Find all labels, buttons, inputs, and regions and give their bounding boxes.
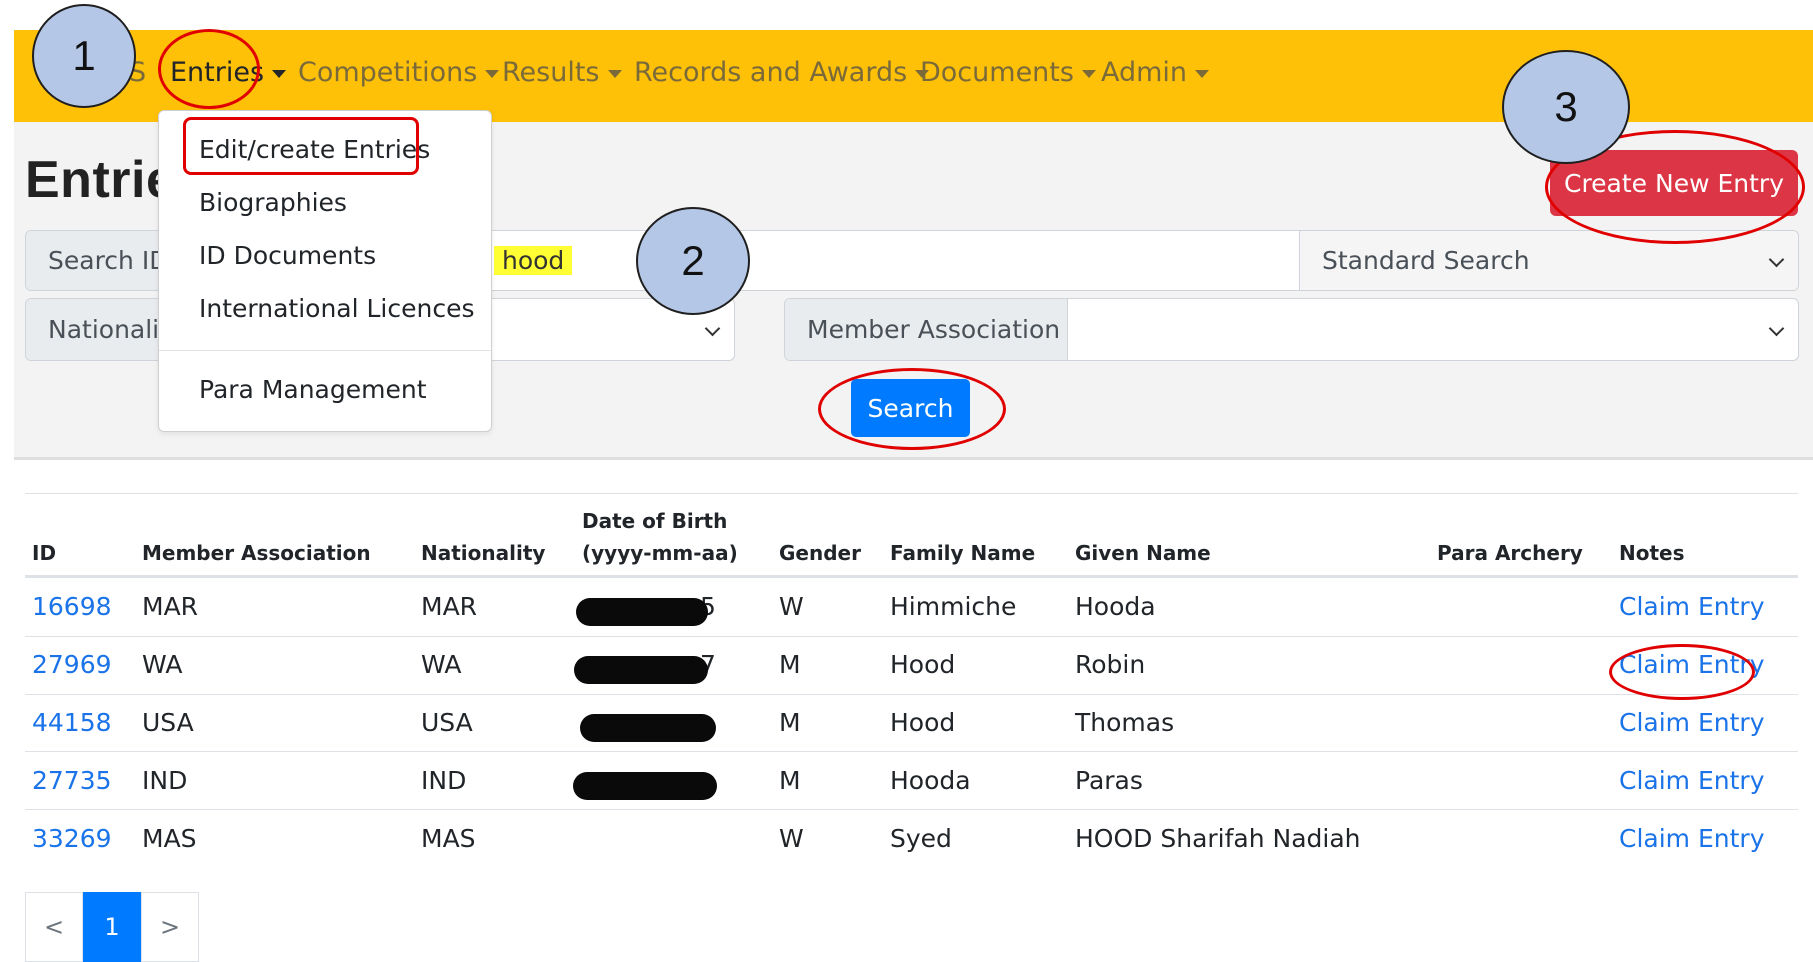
- row-family-name: Hood: [890, 708, 956, 737]
- row-nationality: IND: [421, 766, 467, 795]
- redaction-mark: [580, 714, 716, 742]
- row-id-link[interactable]: 27735: [32, 766, 112, 795]
- row-nationality: USA: [421, 708, 473, 737]
- search-input[interactable]: hood: [494, 231, 1314, 290]
- column-header-id: ID: [32, 541, 57, 565]
- member-association-label: Member Association: [785, 299, 1068, 360]
- search-mode-value: Standard Search: [1322, 246, 1530, 275]
- claim-entry-link[interactable]: Claim Entry: [1619, 592, 1764, 621]
- row-member-association: WA: [142, 650, 183, 679]
- row-family-name: Himmiche: [890, 592, 1017, 621]
- table-top-border: [25, 493, 1798, 494]
- row-id-link[interactable]: 16698: [32, 592, 112, 621]
- row-nationality: MAS: [421, 824, 476, 853]
- row-gender: W: [779, 592, 804, 621]
- column-header-nationality: Nationality: [421, 541, 546, 565]
- row-family-name: Hood: [890, 650, 956, 679]
- row-divider: [25, 809, 1798, 810]
- row-id-link[interactable]: 27969: [32, 650, 112, 679]
- annotation-ring-claim: [1609, 644, 1755, 700]
- column-header-family-name: Family Name: [890, 541, 1036, 565]
- row-family-name: Syed: [890, 824, 952, 853]
- row-family-name: Hooda: [890, 766, 971, 795]
- column-header-dob-line2: (yyyy-mm-aa): [582, 541, 738, 565]
- menu-item-international-licences[interactable]: International Licences: [199, 294, 475, 323]
- table-header-border: [25, 575, 1798, 578]
- nav-item-records-awards[interactable]: Records and Awards: [634, 30, 930, 122]
- redaction-mark: [576, 598, 708, 626]
- row-given-name: HOOD Sharifah Nadiah: [1075, 824, 1361, 853]
- row-gender: M: [779, 708, 801, 737]
- nav-item-documents[interactable]: Documents: [920, 30, 1096, 122]
- redaction-mark: [574, 656, 708, 684]
- nav-records-label: Records and Awards: [634, 57, 908, 88]
- nav-item-competitions[interactable]: Competitions: [298, 30, 500, 122]
- nav-item-results[interactable]: Results: [502, 30, 622, 122]
- nationality-label: Nationalit: [26, 299, 161, 360]
- pagination-prev[interactable]: <: [25, 892, 83, 962]
- caret-down-icon: [1081, 69, 1096, 78]
- menu-item-id-documents[interactable]: ID Documents: [199, 241, 376, 270]
- column-header-notes: Notes: [1619, 541, 1685, 565]
- nav-item-admin[interactable]: Admin: [1101, 30, 1210, 122]
- caret-down-icon: [485, 69, 500, 78]
- nav-documents-label: Documents: [920, 57, 1074, 88]
- chevron-down-icon: [1768, 251, 1785, 267]
- annotation-step-1: 1: [32, 4, 136, 108]
- row-gender: M: [779, 766, 801, 795]
- nav-admin-label: Admin: [1101, 57, 1188, 88]
- claim-entry-link[interactable]: Claim Entry: [1619, 708, 1764, 737]
- annotation-step-3: 3: [1502, 50, 1630, 164]
- column-header-given-name: Given Name: [1075, 541, 1211, 565]
- column-header-gender: Gender: [779, 541, 861, 565]
- row-given-name: Robin: [1075, 650, 1146, 679]
- caret-down-icon: [272, 69, 287, 78]
- menu-item-para-management[interactable]: Para Management: [199, 375, 427, 404]
- row-given-name: Paras: [1075, 766, 1143, 795]
- row-gender: M: [779, 650, 801, 679]
- annotation-ring-entries: [158, 29, 260, 109]
- menu-item-biographies[interactable]: Biographies: [199, 188, 347, 217]
- pagination-next[interactable]: >: [141, 892, 199, 962]
- nav-competitions-label: Competitions: [298, 57, 478, 88]
- row-member-association: MAR: [142, 592, 199, 621]
- column-header-para-archery: Para Archery: [1437, 541, 1583, 565]
- claim-entry-link[interactable]: Claim Entry: [1619, 766, 1764, 795]
- row-member-association: MAS: [142, 824, 197, 853]
- search-query-value: hood: [494, 246, 573, 275]
- row-divider: [25, 636, 1798, 637]
- member-association-select[interactable]: [1068, 299, 1798, 360]
- row-given-name: Thomas: [1075, 708, 1175, 737]
- row-nationality: MAR: [421, 592, 478, 621]
- column-header-dob-line1: Date of Birth: [582, 509, 728, 533]
- redaction-mark: [573, 772, 717, 800]
- annotation-ring-search: [818, 368, 1006, 450]
- annotation-rect-edit-entries: [183, 117, 419, 175]
- row-divider: [25, 751, 1798, 752]
- row-given-name: Hooda: [1075, 592, 1156, 621]
- claim-entry-link[interactable]: Claim Entry: [1619, 824, 1764, 853]
- chevron-down-icon: [704, 320, 721, 336]
- page-title: Entrie: [25, 151, 176, 209]
- caret-down-icon: [1195, 69, 1210, 78]
- row-nationality: WA: [421, 650, 462, 679]
- menu-divider: [159, 350, 491, 351]
- pagination-page-current[interactable]: 1: [83, 892, 141, 962]
- row-id-link[interactable]: 33269: [32, 824, 112, 853]
- nav-results-label: Results: [502, 57, 600, 88]
- search-id-label: Search ID,: [26, 231, 161, 290]
- member-association-input-group: Member Association: [784, 298, 1799, 361]
- row-member-association: USA: [142, 708, 194, 737]
- row-member-association: IND: [142, 766, 188, 795]
- caret-down-icon: [607, 69, 622, 78]
- annotation-step-2: 2: [636, 207, 750, 315]
- column-header-member-association: Member Association: [142, 541, 371, 565]
- row-divider: [25, 694, 1798, 695]
- row-id-link[interactable]: 44158: [32, 708, 112, 737]
- row-gender: W: [779, 824, 804, 853]
- chevron-down-icon: [1768, 320, 1785, 336]
